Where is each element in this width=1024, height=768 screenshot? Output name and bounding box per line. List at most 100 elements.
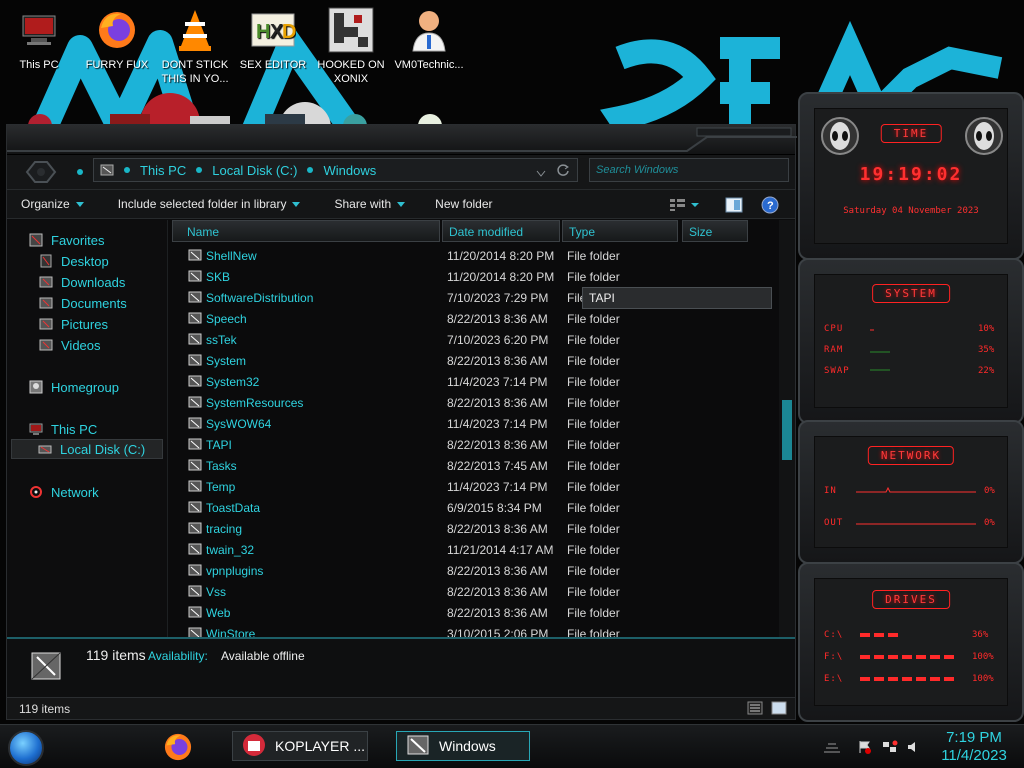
desktop-icon-firefox[interactable]: FURRY FUX [80, 6, 154, 72]
nav-documents-label: Documents [61, 295, 127, 311]
table-row[interactable]: System 8/22/2013 8:36 AM File folder [168, 350, 778, 371]
volume-icon[interactable] [906, 740, 920, 754]
row-type: File folder [567, 585, 620, 599]
table-row[interactable]: vpnplugins 8/22/2013 8:36 AM File folder [168, 560, 778, 581]
help-icon[interactable]: ? [761, 196, 779, 217]
table-row[interactable]: WinStore 3/10/2015 2:06 PM File folder [168, 623, 778, 637]
desktop-icon-xonix[interactable]: HOOKED ON XONIX [314, 6, 388, 86]
row-type: File folder [567, 501, 620, 515]
table-row[interactable]: System32 11/4/2023 7:14 PM File folder [168, 371, 778, 392]
action-center-flag-icon[interactable] [858, 740, 872, 754]
row-type: File folder [567, 438, 620, 452]
scrollbar-thumb[interactable] [782, 400, 792, 460]
pictures-folder-icon [39, 317, 53, 331]
nav-videos[interactable]: Videos [39, 335, 101, 355]
nav-this-pc[interactable]: This PC [29, 419, 97, 439]
hex-editor-icon: HXD [249, 6, 297, 54]
firefox-icon[interactable] [162, 731, 194, 768]
row-name: SKB [206, 270, 231, 284]
vertical-scrollbar[interactable] [779, 220, 795, 637]
back-forward-orb-icon[interactable] [23, 160, 59, 184]
file-list[interactable]: Name Date modified Type Size ShellNew 11/… [167, 220, 779, 637]
system-gadget: SYSTEM CPU 10% RAM 35% SWAP 22% [798, 258, 1024, 424]
folder-icon [188, 248, 202, 262]
row-name: SysWOW64 [206, 417, 272, 431]
start-button[interactable] [8, 730, 44, 766]
table-row[interactable]: Temp 11/4/2023 7:14 PM File folder [168, 476, 778, 497]
address-bar[interactable]: This PC Local Disk (C:) Windows [93, 158, 578, 182]
system-usage-graph [870, 329, 890, 371]
table-row[interactable]: twain_32 11/21/2014 4:17 AM File folder [168, 539, 778, 560]
nav-documents[interactable]: Documents [39, 293, 127, 313]
folder-icon [94, 163, 120, 177]
table-row[interactable]: ssTek 7/10/2023 6:20 PM File folder [168, 329, 778, 350]
table-row[interactable]: Vss 8/22/2013 8:36 AM File folder [168, 581, 778, 602]
view-options-icon[interactable] [669, 198, 699, 215]
nav-desktop[interactable]: Desktop [39, 251, 109, 271]
column-header-date[interactable]: Date modified [442, 220, 560, 242]
desktop-icon-hex-editor[interactable]: HXD SEX EDITOR [236, 6, 310, 72]
table-row[interactable]: TAPI 8/22/2013 8:36 AM File folder [168, 434, 778, 455]
nav-pictures[interactable]: Pictures [39, 314, 108, 334]
breadcrumb-separator-icon [307, 167, 314, 173]
time-gadget-clock: 19:19:02 [859, 164, 963, 185]
table-row[interactable]: Web 8/22/2013 8:36 AM File folder [168, 602, 778, 623]
swap-label: SWAP [824, 366, 850, 376]
folder-icon [188, 458, 202, 472]
desktop-icon-vlc[interactable]: DONT STICK THIS IN YO... [158, 6, 232, 86]
table-row[interactable]: Speech 8/22/2013 8:36 AM File folder [168, 308, 778, 329]
row-name: TAPI [206, 438, 232, 452]
desktop-icon-this-pc[interactable]: This PC [2, 6, 76, 72]
swap-value: 22% [978, 366, 995, 376]
table-row[interactable]: tracing 8/22/2013 8:36 AM File folder [168, 518, 778, 539]
time-gadget-date: Saturday 04 November 2023 [843, 206, 979, 216]
nav-homegroup[interactable]: Homegroup [29, 377, 119, 397]
large-icons-view-icon[interactable] [771, 701, 787, 718]
table-row[interactable]: SKB 11/20/2014 8:20 PM File folder [168, 266, 778, 287]
drive-f-value: 100% [972, 652, 994, 662]
new-folder-button[interactable]: New folder [417, 197, 504, 211]
show-hidden-icons-icon[interactable] [822, 740, 840, 754]
network-tray-icon[interactable] [882, 740, 898, 754]
breadcrumb-this-pc[interactable]: This PC [134, 163, 192, 178]
nav-network-label: Network [51, 484, 99, 500]
column-header-size[interactable]: Size [682, 220, 748, 242]
row-type: File folder [567, 375, 620, 389]
desktop-icon-vm0[interactable]: VM0Technic... [392, 6, 466, 72]
table-row[interactable]: SystemResources 8/22/2013 8:36 AM File fol… [168, 392, 778, 413]
nav-downloads[interactable]: Downloads [39, 272, 125, 292]
nav-favorites[interactable]: Favorites [29, 230, 104, 250]
breadcrumb-windows[interactable]: Windows [317, 163, 382, 178]
folder-icon [188, 521, 202, 535]
breadcrumb-local-disk[interactable]: Local Disk (C:) [206, 163, 303, 178]
table-row[interactable]: SysWOW64 11/4/2023 7:14 PM File folder [168, 413, 778, 434]
share-with-button[interactable]: Share with [312, 197, 417, 211]
desktop-icon-label: VM0Technic... [394, 59, 464, 71]
taskbar-koplayer[interactable]: KOPLAYER ... [232, 731, 368, 761]
table-row[interactable]: ToastData 6/9/2015 8:34 PM File folder [168, 497, 778, 518]
taskbar-clock[interactable]: 7:19 PM 11/4/2023 [932, 729, 1016, 765]
alien-head-icon [964, 116, 1004, 160]
breadcrumb-separator-icon [196, 167, 203, 173]
include-in-library-button[interactable]: Include selected folder in library [96, 197, 313, 211]
row-date: 7/10/2023 7:29 PM [447, 291, 549, 305]
explorer-window[interactable]: This PC Local Disk (C:) Windows Search W… [6, 124, 797, 720]
organize-button[interactable]: Organize [7, 197, 96, 211]
details-view-icon[interactable] [747, 701, 763, 718]
preview-pane-icon[interactable] [725, 196, 743, 217]
nav-local-disk-label: Local Disk (C:) [60, 441, 146, 457]
window-title-bar[interactable] [7, 125, 797, 155]
address-dropdown-icon[interactable] [536, 166, 546, 181]
breadcrumb-separator-icon [124, 167, 130, 173]
column-header-type[interactable]: Type [562, 220, 678, 242]
nav-local-disk[interactable]: Local Disk (C:) [11, 439, 163, 459]
column-header-name[interactable]: Name [172, 220, 440, 242]
nav-network[interactable]: Network [29, 482, 99, 502]
taskbar-windows-explorer[interactable]: Windows [396, 731, 530, 761]
search-input[interactable]: Search Windows [589, 158, 789, 182]
table-row[interactable]: Tasks 8/22/2013 7:45 AM File folder [168, 455, 778, 476]
cpu-label: CPU [824, 324, 844, 334]
table-row[interactable]: ShellNew 11/20/2014 8:20 PM File folder [168, 245, 778, 266]
refresh-icon[interactable] [556, 163, 570, 180]
homegroup-icon [29, 380, 43, 394]
